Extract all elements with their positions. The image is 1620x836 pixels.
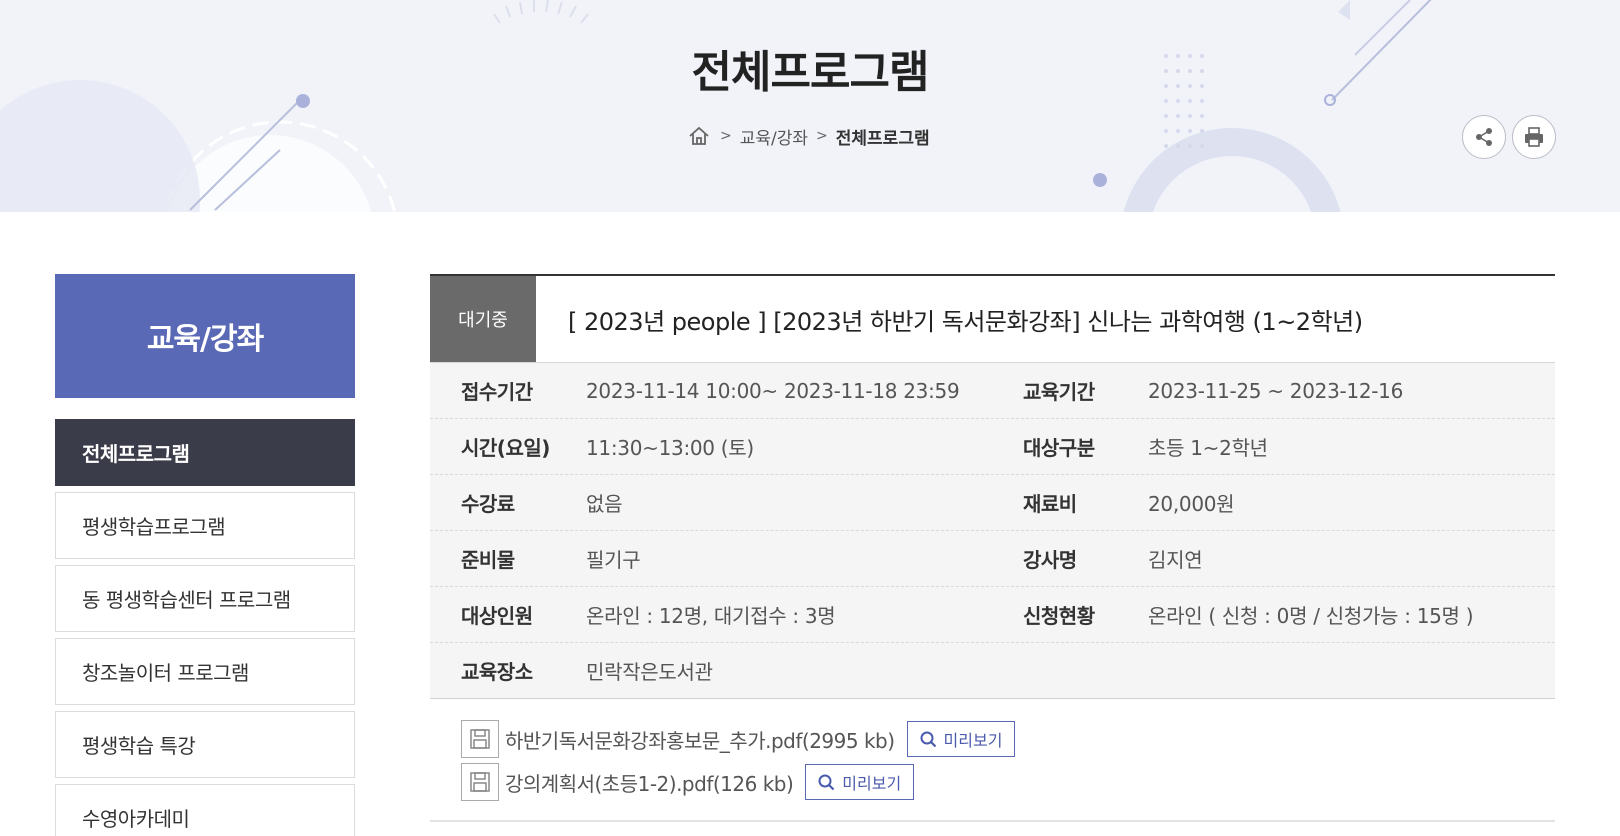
print-button[interactable] [1512,115,1556,159]
print-icon [1525,127,1543,147]
sidebar-item-all-programs[interactable]: 전체프로그램 [55,419,355,486]
search-icon [920,731,936,747]
search-icon [818,774,835,790]
sidebar-item-lifelong-learning[interactable]: 평생학습프로그램 [55,492,355,559]
info-label: 준비물 [461,548,515,572]
attachment-link[interactable]: 강의계획서(초등1-2).pdf(126 kb) [505,768,794,797]
file-icon [461,763,499,801]
chevron-right-icon: > [720,128,732,144]
info-row: 대상인원 온라인 : 12명, 대기접수 : 3명 신청현황 온라인 ( 신청 … [430,587,1555,643]
info-row: 준비물 필기구 강사명 김지연 [430,531,1555,587]
sidebar-item-special-lecture[interactable]: 평생학습 특강 [55,711,355,778]
info-label: 교육장소 [461,660,533,684]
program-title-row: 대기중 [ 2023년 people ] [2023년 하반기 독서문화강좌] … [430,274,1555,363]
info-value: 11:30~13:00 (토) [586,436,754,460]
info-value: 김지연 [1148,548,1203,572]
sidebar-title: 교육/강좌 [55,274,355,398]
attachment-link[interactable]: 하반기독서문화강좌홍보문_추가.pdf(2995 kb) [505,725,895,754]
info-value: 초등 1~2학년 [1148,436,1268,460]
program-info-table: 접수기간 2023-11-14 10:00~ 2023-11-18 23:59 … [430,363,1555,699]
sidebar-nav: 전체프로그램 평생학습프로그램 동 평생학습센터 프로그램 창조놀이터 프로그램… [55,419,355,836]
info-value: 없음 [586,492,623,516]
info-value: 2023-11-14 10:00~ 2023-11-18 23:59 [586,378,960,403]
preview-button-label: 미리보기 [842,774,902,793]
info-label: 수강료 [461,492,515,516]
chevron-right-icon: > [816,128,828,144]
share-button[interactable] [1462,115,1506,159]
page-title: 전체프로그램 [691,47,930,98]
preview-button[interactable]: 미리보기 [906,721,1016,757]
info-value: 2023-11-25 ~ 2023-12-16 [1148,378,1404,403]
info-value: 필기구 [586,548,641,572]
home-icon[interactable] [688,124,712,148]
info-row: 교육장소 민락작은도서관 [430,643,1555,699]
info-label: 교육기간 [1023,380,1095,404]
info-value: 온라인 ( 신청 : 0명 / 신청가능 : 15명 ) [1148,604,1474,628]
info-label: 강사명 [1023,548,1077,572]
sidebar-item-swimming-academy[interactable]: 수영아카데미 [55,784,355,836]
preview-button[interactable]: 미리보기 [805,764,915,800]
info-value: 민락작은도서관 [586,660,713,684]
breadcrumb: > 교육/강좌 > 전체프로그램 [688,122,930,150]
preview-button-label: 미리보기 [943,731,1003,750]
info-label: 대상인원 [461,604,533,628]
attachment-item: 강의계획서(초등1-2).pdf(126 kb) 미리보기 [461,762,1555,802]
sidebar-item-creative-playground[interactable]: 창조놀이터 프로그램 [55,638,355,705]
info-row: 수강료 없음 재료비 20,000원 [430,475,1555,531]
info-label: 시간(요일) [461,436,550,460]
breadcrumb-item-current: 전체프로그램 [835,128,930,149]
info-value: 온라인 : 12명, 대기접수 : 3명 [586,604,836,628]
info-row: 시간(요일) 11:30~13:00 (토) 대상구분 초등 1~2학년 [430,419,1555,475]
status-badge: 대기중 [430,276,536,362]
breadcrumb-item-education[interactable]: 교육/강좌 [740,124,808,149]
sidebar-item-dong-center[interactable]: 동 평생학습센터 프로그램 [55,565,355,632]
info-value: 20,000원 [1148,492,1235,516]
program-detail: 대기중 [ 2023년 people ] [2023년 하반기 독서문화강좌] … [430,274,1555,822]
info-label: 대상구분 [1023,436,1095,460]
info-label: 재료비 [1023,492,1077,516]
file-icon [461,720,499,758]
info-label: 신청현황 [1023,604,1095,628]
attachment-list: 하반기독서문화강좌홍보문_추가.pdf(2995 kb) 미리보기 강의계획서(… [430,699,1555,822]
info-label: 접수기간 [461,380,533,404]
share-icon [1476,128,1492,146]
info-row: 접수기간 2023-11-14 10:00~ 2023-11-18 23:59 … [430,363,1555,419]
banner-decoration [0,0,1432,212]
attachment-item: 하반기독서문화강좌홍보문_추가.pdf(2995 kb) 미리보기 [461,719,1555,759]
page-header-banner: 전체프로그램 > 교육/강좌 > 전체프로그램 [0,0,1620,212]
program-title: [ 2023년 people ] [2023년 하반기 독서문화강좌] 신나는 … [568,307,1363,336]
